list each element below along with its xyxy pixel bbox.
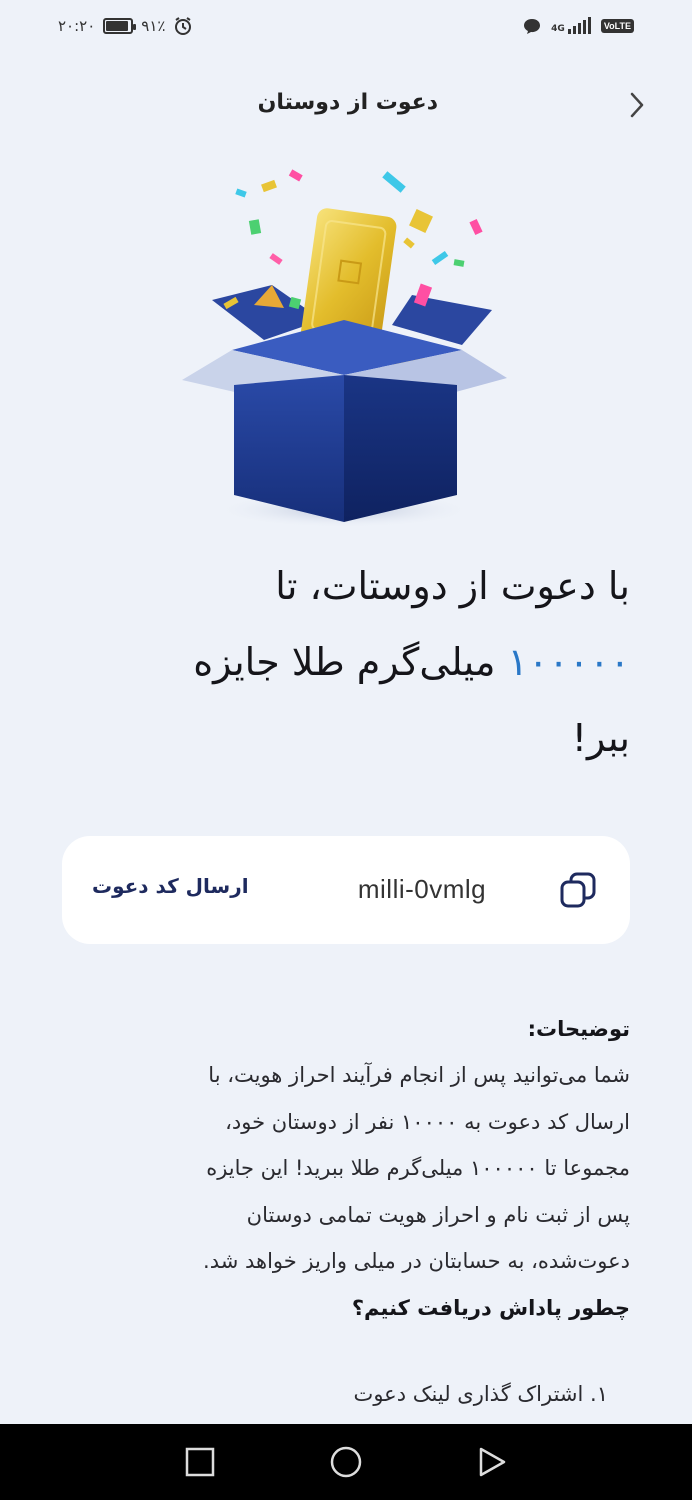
circle-home-icon xyxy=(330,1446,362,1478)
invite-code-value: milli-0vmlg xyxy=(357,874,487,904)
battery-fill xyxy=(106,21,129,31)
headline: با دعوت از دوستات، تا ۱۰۰۰۰۰ میلی‌گرم طل… xyxy=(60,548,630,776)
message-icon xyxy=(524,19,541,34)
description-body: شما می‌توانید پس از انجام فرآیند احراز ه… xyxy=(70,1052,630,1285)
description-line: ارسال کد دعوت به ۱۰۰۰۰ نفر از دوستان خود… xyxy=(225,1109,630,1134)
headline-line-2: ۱۰۰۰۰۰ میلی‌گرم طلا جایزه xyxy=(60,624,630,700)
copy-icon xyxy=(560,872,596,908)
signal-icon xyxy=(567,17,591,34)
battery-percent: ۹۱٪ xyxy=(141,17,166,35)
description-line: مجموعا تا ۱۰۰۰۰۰ میلی‌گرم طلا ببرید! این… xyxy=(206,1156,630,1180)
step-item: ۱. اشتراک گذاری لینک دعوت xyxy=(353,1381,608,1406)
status-bar: ۲۰:۲۰ ۹۱٪ 4G VoLTE xyxy=(0,0,692,52)
status-time: ۲۰:۲۰ xyxy=(58,17,96,35)
page-title: دعوت از دوستان xyxy=(257,90,438,115)
recent-apps-button[interactable] xyxy=(183,1445,217,1479)
square-recent-apps-icon xyxy=(185,1447,215,1477)
gift-box-illustration xyxy=(182,169,507,528)
home-button[interactable] xyxy=(329,1445,363,1479)
network-type: 4G xyxy=(551,24,565,34)
description-line: دعوت‌شده، به حسابتان در میلی واریز خواهد… xyxy=(203,1249,630,1273)
triangle-back-icon xyxy=(479,1447,506,1477)
description-section: توضیحات: شما می‌توانید پس از انجام فرآین… xyxy=(70,1006,630,1417)
system-nav-bar xyxy=(0,1424,692,1500)
chevron-right-icon xyxy=(630,92,644,118)
battery-icon xyxy=(103,18,137,34)
headline-line-3: ببر! xyxy=(571,716,630,760)
app-header: دعوت از دوستان xyxy=(0,78,692,134)
volte-badge: VoLTE xyxy=(600,19,634,33)
status-right: 4G VoLTE xyxy=(523,17,634,35)
signal-group: 4G xyxy=(551,17,591,34)
hero-illustration xyxy=(172,160,520,540)
nav-back-button[interactable] xyxy=(475,1445,509,1479)
how-to-get-reward-title: چطور پاداش دریافت کنیم؟ xyxy=(351,1295,630,1320)
description-line: پس از ثبت نام و احراز هویت تمامی دوستان xyxy=(246,1202,630,1227)
headline-amount: ۱۰۰۰۰۰ xyxy=(507,640,630,684)
description-title: توضیحات: xyxy=(527,1017,630,1041)
back-button[interactable] xyxy=(622,90,652,120)
alarm-icon xyxy=(175,17,192,35)
invite-code-card: ارسال کد دعوت milli-0vmlg xyxy=(62,836,630,944)
description-line: شما می‌توانید پس از انجام فرآیند احراز ه… xyxy=(208,1063,630,1087)
send-invite-code-button[interactable]: ارسال کد دعوت xyxy=(92,874,249,898)
copy-code-button[interactable] xyxy=(556,868,600,912)
headline-line-1: با دعوت از دوستات، تا xyxy=(275,564,630,608)
status-left: ۲۰:۲۰ ۹۱٪ xyxy=(58,16,193,36)
headline-line-2-text: میلی‌گرم طلا جایزه xyxy=(193,640,508,684)
